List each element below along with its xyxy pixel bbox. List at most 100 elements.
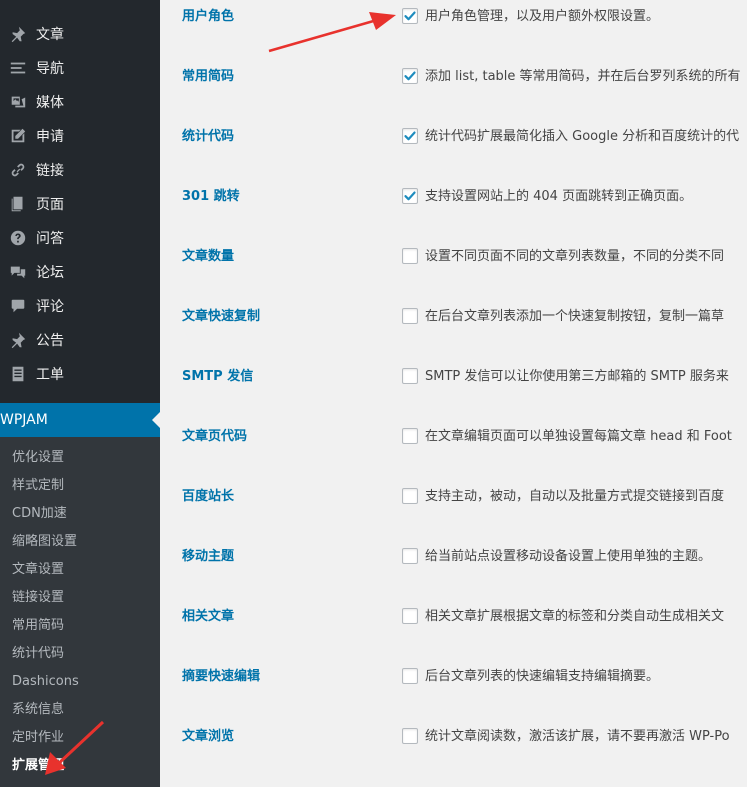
menu-icon [8, 58, 28, 78]
extension-checkbox[interactable] [402, 308, 418, 324]
setting-row: 统计代码 统计代码扩展最简化插入 Google 分析和百度统计的代 [160, 127, 747, 187]
sidebar-item-label: 论坛 [36, 265, 64, 281]
sidebar-item[interactable]: 评论 [0, 289, 160, 323]
link-icon [8, 160, 28, 180]
extension-checkbox[interactable] [402, 368, 418, 384]
extension-name[interactable]: 移动主题 [182, 547, 234, 567]
submenu-item[interactable]: 文章设置 [0, 556, 160, 584]
extension-description: 支持主动，被动，自动以及批量方式提交链接到百度 [425, 489, 725, 504]
setting-row: 摘要快速编辑 后台文章列表的快速编辑支持编辑摘要。 [160, 667, 747, 727]
sidebar-item[interactable]: 页面 [0, 187, 160, 221]
extension-name[interactable]: 文章页代码 [182, 427, 247, 447]
extension-description: 在文章编辑页面可以单独设置每篇文章 head 和 Foot [425, 429, 732, 444]
setting-row: 文章快速复制 在后台文章列表添加一个快速复制按钮，复制一篇草 [160, 307, 747, 367]
extension-description: 在后台文章列表添加一个快速复制按钮，复制一篇草 [425, 309, 725, 324]
setting-row: 文章数量 设置不同页面不同的文章列表数量，不同的分类不同 [160, 247, 747, 307]
submenu-item[interactable]: 系统信息 [0, 696, 160, 724]
sidebar-item-label: 链接 [36, 163, 64, 179]
setting-row: SMTP 发信 SMTP 发信可以让你使用第三方邮箱的 SMTP 服务来 [160, 367, 747, 427]
page-icon [8, 194, 28, 214]
sidebar-item[interactable]: 公告 [0, 323, 160, 357]
comment-icon [8, 296, 28, 316]
extension-name[interactable]: 文章快速复制 [182, 307, 260, 327]
extension-name[interactable]: 文章浏览 [182, 727, 234, 747]
extension-checkbox[interactable] [402, 128, 418, 144]
submenu-item[interactable]: 定时作业 [0, 724, 160, 752]
submenu-item[interactable]: Dashicons [0, 668, 160, 696]
extension-description: 统计代码扩展最简化插入 Google 分析和百度统计的代 [425, 129, 740, 144]
sidebar-item[interactable]: 问答 [0, 221, 160, 255]
sidebar-item-label: 文章 [36, 27, 64, 43]
sidebar-item-label: WPJAM [0, 412, 48, 428]
extension-name[interactable]: 301 跳转 [182, 187, 240, 207]
sidebar-item-label: 公告 [36, 333, 64, 349]
sidebar-item-label: 评论 [36, 299, 64, 315]
sidebar-item-label: 申请 [36, 129, 64, 145]
pin-icon [8, 24, 28, 44]
settings-panel: 用户角色 用户角色管理，以及用户额外权限设置。常用简码 添加 list, table… [160, 0, 747, 787]
ticket-icon [8, 364, 28, 384]
extension-checkbox[interactable] [402, 188, 418, 204]
checkmark-icon [404, 131, 416, 141]
current-indicator-arrow [152, 412, 160, 428]
extension-checkbox[interactable] [402, 548, 418, 564]
wpjam-submenu: 优化设置 样式定制 CDN加速 缩略图设置 文章设置 链接设置 常用简码 统计代码 Dashic… [0, 437, 160, 787]
extension-description: 设置不同页面不同的文章列表数量，不同的分类不同 [425, 249, 725, 264]
extension-checkbox[interactable] [402, 668, 418, 684]
sidebar-item[interactable]: 申请 [0, 119, 160, 153]
sidebar-item-label: 问答 [36, 231, 64, 247]
extension-description: 给当前站点设置移动设备设置上使用单独的主题。 [425, 549, 712, 564]
sidebar-item[interactable]: 链接 [0, 153, 160, 187]
extension-description: 相关文章扩展根据文章的标签和分类自动生成相关文 [425, 609, 725, 624]
sidebar-item[interactable]: 论坛 [0, 255, 160, 289]
media-icon [8, 92, 28, 112]
setting-row: 相关文章 相关文章扩展根据文章的标签和分类自动生成相关文 [160, 607, 747, 667]
extension-name[interactable]: 摘要快速编辑 [182, 667, 260, 687]
extension-checkbox[interactable] [402, 248, 418, 264]
submenu-item[interactable]: CDN加速 [0, 500, 160, 528]
extension-name[interactable]: SMTP 发信 [182, 367, 253, 387]
sidebar-item-label: 媒体 [36, 95, 64, 111]
submenu-item[interactable]: 链接设置 [0, 584, 160, 612]
setting-row: 301 跳转 支持设置网站上的 404 页面跳转到正确页面。 [160, 187, 747, 247]
checkmark-icon [404, 191, 416, 201]
extension-checkbox[interactable] [402, 488, 418, 504]
forum-icon [8, 262, 28, 282]
extension-name[interactable]: 统计代码 [182, 127, 234, 147]
extension-checkbox[interactable] [402, 428, 418, 444]
extension-name[interactable]: 相关文章 [182, 607, 234, 627]
extension-name[interactable]: 常用简码 [182, 67, 234, 87]
extension-name[interactable]: 文章数量 [182, 247, 234, 267]
submenu-item[interactable]: 缩略图设置 [0, 528, 160, 556]
sidebar-item-label: 页面 [36, 197, 64, 213]
question-icon [8, 228, 28, 248]
extension-description: 后台文章列表的快速编辑支持编辑摘要。 [425, 669, 660, 684]
setting-row: 文章浏览 统计文章阅读数，激活该扩展，请不要再激活 WP-Po [160, 727, 747, 787]
extension-checkbox[interactable] [402, 608, 418, 624]
submenu-item[interactable]: 统计代码 [0, 640, 160, 668]
setting-row: 用户角色 用户角色管理，以及用户额外权限设置。 [160, 7, 747, 67]
extension-checkbox[interactable] [402, 68, 418, 84]
submenu-item[interactable]: 样式定制 [0, 472, 160, 500]
extension-name[interactable]: 百度站长 [182, 487, 234, 507]
admin-sidebar: 文章导航媒体申请链接页面问答论坛评论公告工单 WPJAM 优化设置 样式定制 CDN… [0, 0, 160, 787]
sidebar-item[interactable]: 文章 [0, 17, 160, 51]
submenu-item[interactable]: 常用简码 [0, 612, 160, 640]
sidebar-menu: 文章导航媒体申请链接页面问答论坛评论公告工单 [0, 17, 160, 391]
extension-description: 支持设置网站上的 404 页面跳转到正确页面。 [425, 189, 693, 204]
edit-icon [8, 126, 28, 146]
extension-checkbox[interactable] [402, 728, 418, 744]
sidebar-item-wpjam[interactable]: WPJAM [0, 403, 160, 442]
extension-description: 添加 list, table 等常用简码，并在后台罗列系统的所有 [425, 69, 741, 84]
setting-row: 移动主题 给当前站点设置移动设备设置上使用单独的主题。 [160, 547, 747, 607]
setting-row: 文章页代码 在文章编辑页面可以单独设置每篇文章 head 和 Foot [160, 427, 747, 487]
extension-name[interactable]: 用户角色 [182, 7, 234, 27]
extension-description: 用户角色管理，以及用户额外权限设置。 [425, 9, 660, 24]
submenu-item[interactable]: 扩展管理 [0, 752, 160, 780]
sidebar-item[interactable]: 导航 [0, 51, 160, 85]
submenu-item[interactable]: 优化设置 [0, 444, 160, 472]
sidebar-item[interactable]: 工单 [0, 357, 160, 391]
extension-description: SMTP 发信可以让你使用第三方邮箱的 SMTP 服务来 [425, 369, 729, 384]
sidebar-item[interactable]: 媒体 [0, 85, 160, 119]
extension-checkbox[interactable] [402, 8, 418, 24]
